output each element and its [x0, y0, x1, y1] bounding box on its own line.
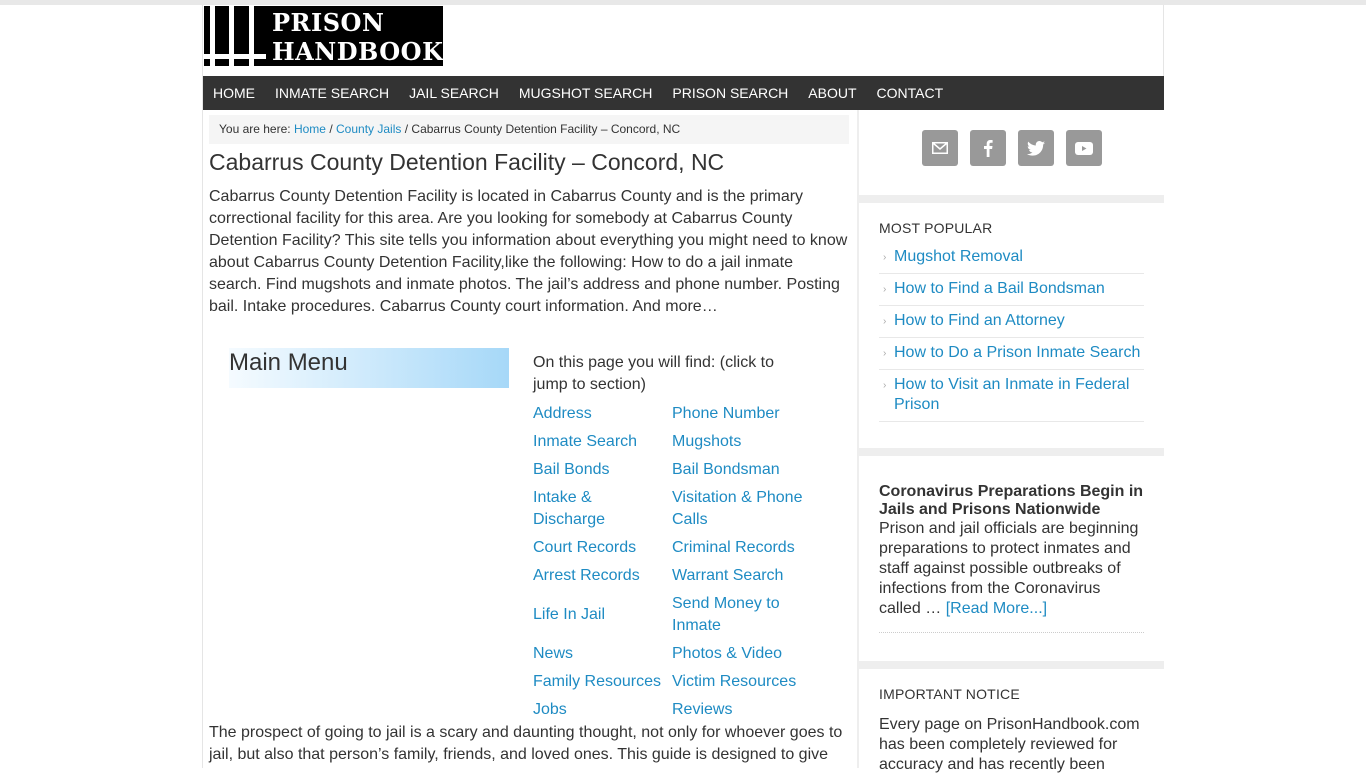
- most-popular-title: MOST POPULAR: [879, 220, 993, 236]
- divider: [879, 632, 1144, 633]
- breadcrumb: You are here: Home / County Jails / Caba…: [209, 115, 849, 144]
- sidebar: MOST POPULAR › Mugshot Removal › How to Fi…: [857, 110, 1164, 779]
- toc-link-life-in-jail[interactable]: Life In Jail: [533, 590, 672, 640]
- logo-text: PRISON HANDBOOK: [272, 8, 443, 66]
- nav-contact[interactable]: CONTACT: [877, 76, 944, 110]
- toc-link-visitation-phone[interactable]: Visitation & Phone Calls: [672, 484, 812, 534]
- toc-link-family-resources[interactable]: Family Resources: [533, 668, 672, 696]
- popular-link[interactable]: How to Find a Bail Bondsman: [894, 280, 1105, 297]
- news-excerpt: Prison and jail officials are beginning …: [879, 519, 1144, 619]
- table-of-contents: On this page you will find: (click to ju…: [533, 352, 833, 724]
- logo-line-2: HANDBOOK: [272, 37, 443, 66]
- breadcrumb-county-jails-link[interactable]: County Jails: [336, 122, 401, 136]
- toc-link-inmate-search[interactable]: Inmate Search: [533, 428, 672, 456]
- nav-prison-search[interactable]: PRISON SEARCH: [672, 76, 788, 110]
- social-widget: [859, 110, 1164, 195]
- breadcrumb-current: Cabarrus County Detention Facility – Con…: [411, 122, 681, 136]
- list-item: › How to Do a Prison Inmate Search: [879, 338, 1144, 370]
- logo-line-1: PRISON: [272, 8, 385, 37]
- toc-link-phone-number[interactable]: Phone Number: [672, 400, 822, 428]
- nav-home[interactable]: HOME: [213, 76, 255, 110]
- list-item: › How to Find an Attorney: [879, 306, 1144, 338]
- breadcrumb-separator: /: [404, 122, 409, 136]
- most-popular-widget: MOST POPULAR › Mugshot Removal › How to Fi…: [859, 203, 1164, 448]
- facebook-icon: [983, 140, 993, 157]
- toc-intro: On this page you will find: (click to ju…: [533, 354, 774, 393]
- toc-link-arrest-records[interactable]: Arrest Records: [533, 562, 672, 590]
- toc-link-warrant-search[interactable]: Warrant Search: [672, 562, 822, 590]
- toc-link-criminal-records[interactable]: Criminal Records: [672, 534, 822, 562]
- featured-news-widget: Coronavirus Preparations Begin in Jails …: [859, 456, 1164, 661]
- chevron-right-icon: ›: [883, 380, 887, 391]
- nav-inmate-search[interactable]: INMATE SEARCH: [275, 76, 389, 110]
- popular-link[interactable]: How to Find an Attorney: [894, 312, 1065, 329]
- page-title: Cabarrus County Detention Facility – Con…: [209, 149, 725, 175]
- main-nav: HOME INMATE SEARCH JAIL SEARCH MUGSHOT S…: [203, 76, 1164, 110]
- breadcrumb-home-link[interactable]: Home: [294, 122, 326, 136]
- menu-section: Main Menu On this page you will find: (c…: [209, 338, 849, 718]
- nav-jail-search[interactable]: JAIL SEARCH: [409, 76, 499, 110]
- toc-link-photos-video[interactable]: Photos & Video: [672, 640, 822, 668]
- main-content: You are here: Home / County Jails / Caba…: [209, 115, 849, 763]
- important-notice-widget: IMPORTANT NOTICE Every page on PrisonHan…: [859, 669, 1164, 779]
- chevron-right-icon: ›: [883, 348, 887, 359]
- chevron-right-icon: ›: [883, 316, 887, 327]
- body-paragraph: The prospect of going to jail is a scary…: [209, 724, 843, 763]
- twitter-button[interactable]: [1017, 130, 1054, 166]
- toc-link-intake-discharge[interactable]: Intake & Discharge: [533, 484, 623, 534]
- toc-link-jobs[interactable]: Jobs: [533, 696, 672, 724]
- chevron-right-icon: ›: [883, 284, 887, 295]
- site-container: PRISON HANDBOOK HOME INMATE SEARCH JAIL …: [202, 5, 1164, 779]
- logo-bar: [204, 54, 266, 59]
- list-item: › How to Visit an Inmate in Federal Priso…: [879, 370, 1144, 422]
- facebook-button[interactable]: [969, 130, 1006, 166]
- most-popular-list: › Mugshot Removal › How to Find a Bail Bon…: [879, 242, 1144, 422]
- toc-link-bail-bondsman[interactable]: Bail Bondsman: [672, 456, 822, 484]
- toc-link-victim-resources[interactable]: Victim Resources: [672, 668, 822, 696]
- youtube-icon: [1074, 141, 1093, 155]
- nav-mugshot-search[interactable]: MUGSHOT SEARCH: [519, 76, 653, 110]
- toc-link-news[interactable]: News: [533, 640, 672, 668]
- toc-link-bail-bonds[interactable]: Bail Bonds: [533, 456, 672, 484]
- email-icon: [931, 142, 948, 154]
- notice-title: IMPORTANT NOTICE: [879, 686, 1020, 702]
- email-button[interactable]: [921, 130, 958, 166]
- toc-link-mugshots[interactable]: Mugshots: [672, 428, 822, 456]
- toc-links: Address Phone Number Inmate Search Mugsh…: [533, 400, 833, 724]
- list-item: › How to Find a Bail Bondsman: [879, 274, 1144, 306]
- toc-link-address[interactable]: Address: [533, 400, 672, 428]
- breadcrumb-prefix: You are here:: [219, 122, 291, 136]
- list-item: › Mugshot Removal: [879, 242, 1144, 274]
- site-logo[interactable]: PRISON HANDBOOK: [204, 6, 443, 66]
- popular-link[interactable]: How to Do a Prison Inmate Search: [894, 344, 1140, 361]
- toc-link-court-records[interactable]: Court Records: [533, 534, 672, 562]
- news-headline[interactable]: Coronavirus Preparations Begin in Jails …: [879, 483, 1144, 519]
- toc-link-send-money[interactable]: Send Money to Inmate: [672, 590, 792, 640]
- twitter-icon: [1026, 140, 1045, 156]
- notice-text: Every page on PrisonHandbook.com has bee…: [879, 716, 1140, 773]
- breadcrumb-separator: /: [329, 122, 333, 136]
- intro-paragraph: Cabarrus County Detention Facility is lo…: [209, 188, 848, 315]
- popular-link[interactable]: Mugshot Removal: [894, 248, 1023, 265]
- toc-link-reviews[interactable]: Reviews: [672, 696, 822, 724]
- nav-about[interactable]: ABOUT: [808, 76, 856, 110]
- youtube-button[interactable]: [1065, 130, 1102, 166]
- read-more-link[interactable]: [Read More...]: [946, 600, 1047, 617]
- chevron-right-icon: ›: [883, 252, 887, 263]
- main-menu-heading[interactable]: Main Menu: [229, 348, 509, 388]
- popular-link[interactable]: How to Visit an Inmate in Federal Prison: [894, 376, 1129, 413]
